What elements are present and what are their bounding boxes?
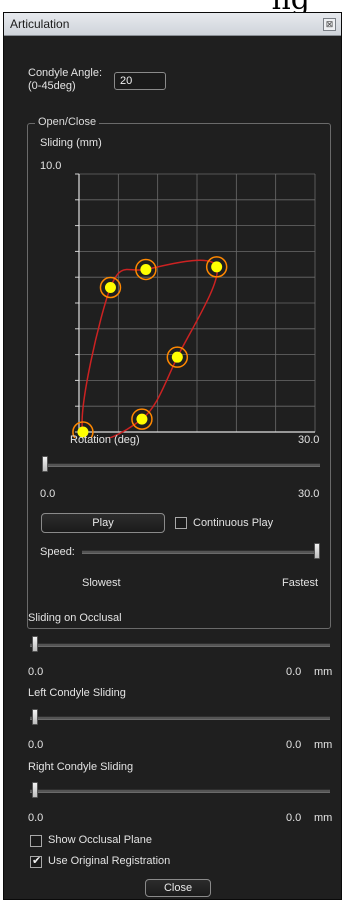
speed-slider-handle[interactable] [314, 543, 320, 559]
articulation-panel: Condyle Angle: (0-45deg) Open/Close Slid… [4, 36, 341, 899]
right-condyle-sliding-value: 0.0 [286, 812, 302, 824]
condyle-angle-range-label: (0-45deg) [28, 80, 76, 92]
right-condyle-sliding-min-label: 0.0 [28, 812, 44, 824]
speed-label: Speed: [40, 546, 75, 558]
background-strip: ng [0, 0, 346, 12]
chart-x-axis-label: Rotation (deg) [70, 434, 140, 446]
rotation-slider-track[interactable] [42, 463, 320, 467]
play-button[interactable]: Play [41, 513, 165, 533]
chart-x-max-label: 30.0 [298, 434, 320, 446]
articulation-window: Articulation ⊠ Condyle Angle: (0-45deg) … [3, 12, 342, 900]
show-occlusal-plane-checkbox[interactable] [30, 835, 42, 847]
right-condyle-sliding-track[interactable] [30, 789, 330, 793]
chart-y-axis-label: Sliding (mm) [40, 137, 102, 149]
left-condyle-sliding-value: 0.0 [286, 739, 302, 751]
articulation-curve-chart[interactable] [67, 166, 325, 438]
rotation-max-label: 30.0 [298, 488, 320, 500]
right-condyle-sliding-label: Right Condyle Sliding [28, 761, 134, 773]
speed-slowest-label: Slowest [82, 577, 121, 589]
right-condyle-sliding-unit: mm [314, 812, 333, 824]
continuous-play-checkbox[interactable] [175, 517, 187, 529]
window-close-icon[interactable]: ⊠ [323, 18, 336, 31]
sliding-on-occlusal-handle[interactable] [32, 636, 38, 652]
show-occlusal-plane-label: Show Occlusal Plane [48, 834, 152, 846]
speed-slider-track[interactable] [82, 550, 320, 554]
title-bar[interactable]: Articulation ⊠ [4, 13, 341, 36]
window-title: Articulation [10, 17, 70, 31]
condyle-angle-label: Condyle Angle: [28, 67, 102, 79]
chart-y-max-label: 10.0 [40, 160, 62, 172]
left-condyle-sliding-track[interactable] [30, 716, 330, 720]
rotation-slider-handle[interactable] [42, 456, 48, 472]
sliding-on-occlusal-track[interactable] [30, 643, 330, 647]
sliding-on-occlusal-min-label: 0.0 [28, 666, 44, 678]
left-condyle-sliding-unit: mm [314, 739, 333, 751]
left-condyle-sliding-min-label: 0.0 [28, 739, 44, 751]
control-point[interactable] [136, 413, 148, 425]
right-condyle-sliding-handle[interactable] [32, 782, 38, 798]
control-point[interactable] [171, 351, 183, 363]
left-condyle-sliding-handle[interactable] [32, 709, 38, 725]
speed-fastest-label: Fastest [282, 577, 319, 589]
continuous-play-label: Continuous Play [193, 517, 274, 529]
condyle-angle-input[interactable] [114, 72, 166, 90]
close-button[interactable]: Close [145, 879, 211, 897]
sliding-on-occlusal-label: Sliding on Occlusal [28, 612, 122, 624]
use-original-registration-checkbox[interactable] [30, 854, 42, 868]
open-close-group-label: Open/Close [35, 116, 100, 128]
use-original-registration-label: Use Original Registration [48, 855, 171, 867]
control-point[interactable] [140, 263, 152, 275]
control-point[interactable] [211, 261, 223, 273]
control-point[interactable] [104, 282, 116, 294]
left-condyle-sliding-label: Left Condyle Sliding [28, 687, 126, 699]
chart-grid [78, 173, 316, 433]
sliding-on-occlusal-value: 0.0 [286, 666, 302, 678]
rotation-min-label: 0.0 [40, 488, 56, 500]
sliding-on-occlusal-unit: mm [314, 666, 333, 678]
